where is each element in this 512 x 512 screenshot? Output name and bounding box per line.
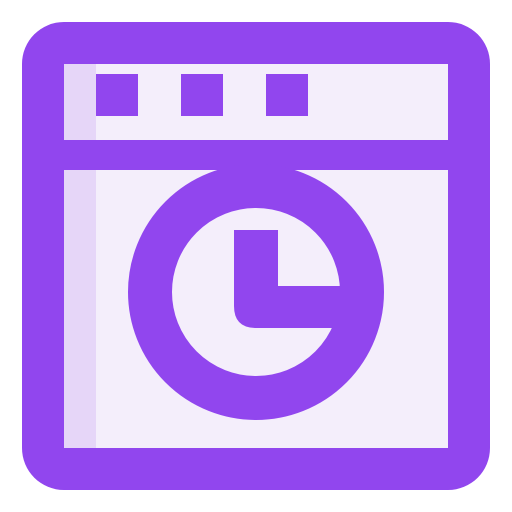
window-dot-icon <box>96 74 138 116</box>
window-dot-icon <box>181 74 223 116</box>
icon-canvas <box>0 0 512 512</box>
window-dots <box>96 74 308 116</box>
title-bar-shade <box>64 64 96 140</box>
browser-window-pie-chart-icon <box>22 22 490 490</box>
content-shade <box>64 170 96 448</box>
window-dot-icon <box>266 74 308 116</box>
